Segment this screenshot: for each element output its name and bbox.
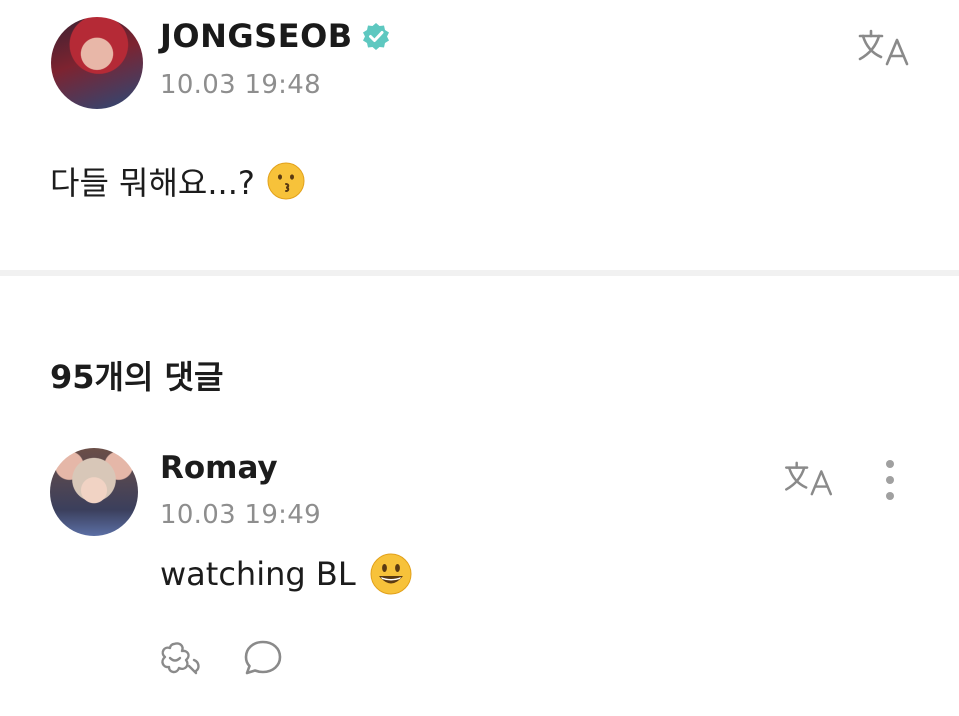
- comment-timestamp: 10.03 19:49: [160, 500, 321, 530]
- translate-icon[interactable]: [857, 29, 911, 67]
- reply-bubble-icon[interactable]: [242, 638, 284, 678]
- comment-author-name[interactable]: Romay: [160, 450, 278, 486]
- comment-body: watching BL: [160, 553, 412, 595]
- post-text: 다들 뭐해요...?: [50, 164, 255, 202]
- verified-badge-icon: [362, 23, 389, 50]
- post-author-name[interactable]: JONGSEOB: [160, 17, 353, 55]
- post-body: 다들 뭐해요...?: [50, 158, 305, 204]
- comments-count-heading: 95개의 댓글: [50, 358, 224, 396]
- translate-icon[interactable]: [783, 461, 835, 497]
- post-timestamp: 10.03 19:48: [160, 70, 321, 100]
- comment-author-avatar[interactable]: [50, 448, 138, 536]
- comment-text: watching BL: [160, 555, 356, 593]
- post-author-avatar[interactable]: [51, 17, 143, 109]
- add-reaction-icon[interactable]: [158, 638, 204, 678]
- section-divider: [0, 270, 959, 276]
- kissing-face-emoji: [267, 162, 305, 200]
- post-author-row: JONGSEOB: [160, 17, 391, 55]
- more-vertical-icon[interactable]: [880, 458, 900, 502]
- grinning-face-emoji: [370, 553, 412, 595]
